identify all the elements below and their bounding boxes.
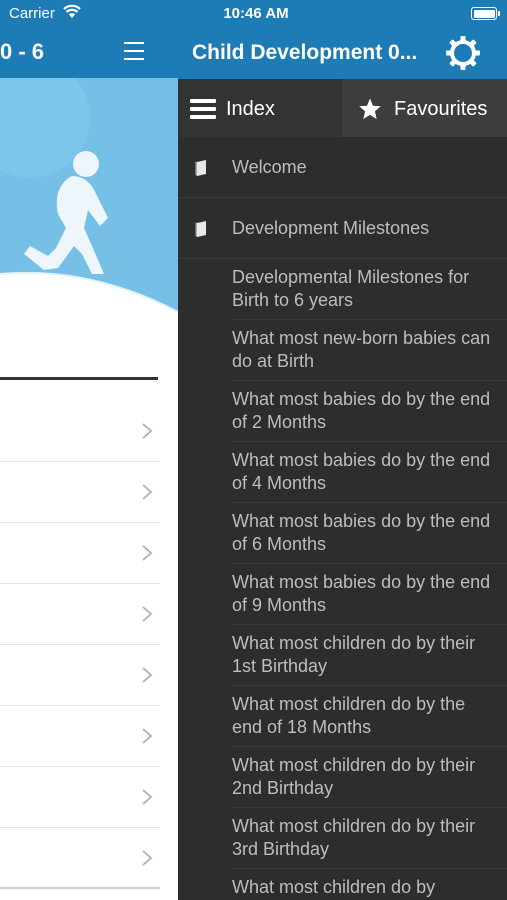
drawer-header: Child Development 0... [178,28,507,79]
chevron-right-icon [142,789,153,805]
menu-item-label: What most children do by their 1st Birth… [232,633,476,676]
star-icon [359,98,381,119]
tab-favourites[interactable]: Favourites [342,79,507,137]
menu-item-label: What most children do by their 2nd Birth… [232,755,476,798]
background-nav-bar: 0 - 6 [0,28,178,78]
tab-index-label: Index [226,98,275,120]
chevron-right-icon [142,728,153,744]
list-row[interactable] [0,584,160,645]
status-time: 10:46 AM [223,5,289,22]
list-row[interactable] [0,462,160,523]
tab-favourites-label: Favourites [394,98,488,120]
chevron-right-icon [142,423,153,439]
list-row[interactable] [0,767,160,828]
chevron-right-icon [142,545,153,561]
drawer-menu: Welcome Development Milestones Developme… [178,137,507,900]
menu-item-label: What most children do by their 3rd Birth… [232,816,476,859]
section-welcome[interactable]: Welcome [178,137,507,198]
menu-item[interactable]: What most babies do by the end of 6 Mont… [232,503,507,564]
gear-icon[interactable] [444,34,482,72]
section-label: Development Milestones [232,218,430,238]
background-title: 0 - 6 [0,39,45,64]
menu-item[interactable]: What most children do by their 2nd Birth… [232,747,507,808]
chevron-right-icon [142,484,153,500]
menu-item-label: What most babies do by the end of 4 Mont… [232,450,491,493]
menu-item-label: What most babies do by the end of 2 Mont… [232,389,491,432]
section-development-milestones[interactable]: Development Milestones [178,198,507,259]
list-row[interactable] [0,706,160,767]
list-row[interactable] [0,401,160,462]
side-drawer: 10:46 AM Child Development 0... Index Fa… [178,0,507,900]
section-label: Welcome [232,157,307,177]
menu-item[interactable]: What most children do by their 3rd Birth… [232,808,507,869]
menu-item-label: What most babies do by the end of 6 Mont… [232,511,491,554]
book-icon [195,160,206,176]
menu-item[interactable]: What most children do by the end of 18 M… [232,686,507,747]
carrier-label: Carrier [9,5,55,22]
list-icon [190,99,216,119]
menu-item[interactable]: What most babies do by the end of 4 Mont… [232,442,507,503]
list-row[interactable] [0,523,160,584]
menu-item-label: What most new-born babies can do at Birt… [232,328,491,371]
background-status-bar: Carrier [0,0,178,28]
hero-image [0,78,178,312]
chevron-right-icon [142,850,153,866]
menu-item-label: What most children do by [232,877,436,897]
child-silhouette-illustration [0,78,178,312]
menu-item[interactable]: What most babies do by the end of 9 Mont… [232,564,507,625]
chevron-right-icon [142,667,153,683]
tab-index[interactable]: Index [178,79,342,137]
book-icon [195,221,206,237]
battery-icon [471,7,497,20]
battery-cap [498,11,500,16]
section-underline [0,377,158,380]
menu-item[interactable]: What most children do by their 1st Birth… [232,625,507,686]
background-screen: Carrier 0 - 6 [0,0,178,900]
wifi-icon [63,4,81,18]
menu-item[interactable]: What most babies do by the end of 2 Mont… [232,381,507,442]
drawer-title: Child Development 0... [192,41,418,64]
status-bar: 10:46 AM [178,0,507,28]
chevron-right-icon [142,606,153,622]
menu-item[interactable]: Developmental Milestones for Birth to 6 … [232,259,507,320]
list-row[interactable] [0,828,160,889]
list-row[interactable] [0,645,160,706]
menu-item-label: What most children do by the end of 18 M… [232,694,466,737]
menu-item-label: Developmental Milestones for Birth to 6 … [232,267,470,310]
drawer-tabs: Index Favourites [178,79,507,137]
hamburger-menu-icon[interactable] [124,42,144,62]
menu-item[interactable]: What most new-born babies can do at Birt… [232,320,507,381]
menu-item-label: What most babies do by the end of 9 Mont… [232,572,491,615]
menu-item[interactable]: What most children do by [232,869,507,900]
